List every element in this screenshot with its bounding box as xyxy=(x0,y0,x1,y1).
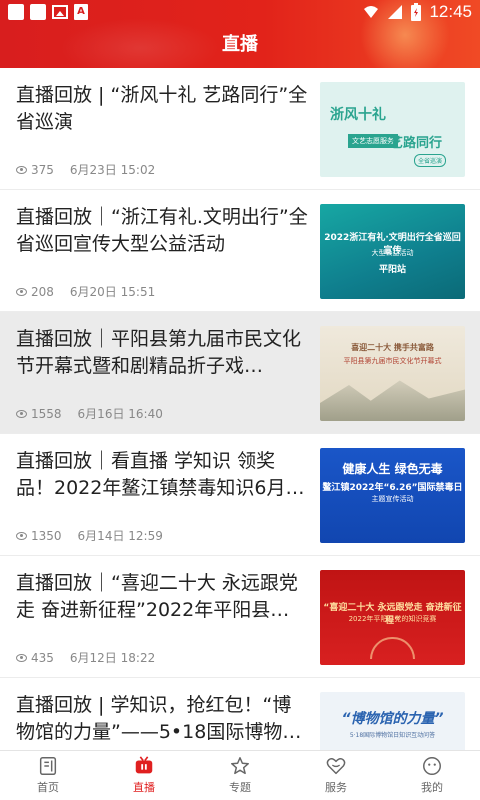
item-title[interactable]: 直播回放 | 学知识，抢红包！“博物馆的力量”——5•18国际博物… xyxy=(16,692,308,746)
gate-illustration xyxy=(370,637,415,659)
tab-label: 我的 xyxy=(421,781,443,794)
item-meta: 1558 6月16日 16:40 xyxy=(16,405,163,422)
item-title[interactable]: 直播回放｜平阳县第九届市民文化节开幕式暨和剧精品折子戏… xyxy=(16,326,308,380)
thumb-text: 2022年平阳县党的知识竞赛 xyxy=(348,615,437,623)
live-replay-list[interactable]: 直播回放 | “浙风十礼 艺路同行”全省巡演 375 6月23日 15:02 浙… xyxy=(0,68,480,750)
item-thumbnail[interactable]: 浙风十礼 文艺志愿服务 艺路同行 全省巡演 xyxy=(320,82,465,177)
view-count: 435 xyxy=(31,650,54,665)
tab-home[interactable]: 首页 xyxy=(0,751,96,800)
thumb-text: 平阳县第九届市民文化节开幕式 xyxy=(343,357,442,365)
item-meta: 375 6月23日 15:02 xyxy=(16,161,155,178)
item-thumbnail[interactable]: “喜迎二十大 永远跟党走 奋进新征程” 2022年平阳县党的知识竞赛 xyxy=(320,570,465,665)
thumb-text: 健康人生 绿色无毒 xyxy=(342,462,443,476)
item-title[interactable]: 直播回放 | “浙风十礼 艺路同行”全省巡演 xyxy=(16,82,308,136)
tab-services[interactable]: 服务 xyxy=(288,751,384,800)
image-notification-icon xyxy=(52,5,68,19)
star-icon xyxy=(231,757,249,775)
thumb-text: 5·18国际博物馆日知识互动问答 xyxy=(349,732,436,739)
signal-icon xyxy=(388,5,403,19)
item-thumbnail[interactable]: 健康人生 绿色无毒 鳌江镇2022年“6.26”国际禁毒日 主题宣传活动 xyxy=(320,448,465,543)
item-title[interactable]: 直播回放｜看直播 学知识 领奖品！2022年鳌江镇禁毒知识6月… xyxy=(16,448,308,502)
tab-label: 服务 xyxy=(325,781,347,794)
item-title[interactable]: 直播回放｜“喜迎二十大 永远跟党走 奋进新征程”2022年平阳县… xyxy=(16,570,308,624)
thumb-text: 主题宣传活动 xyxy=(371,495,414,503)
live-tv-icon xyxy=(135,756,153,774)
status-bar: A 12:45 xyxy=(0,0,480,26)
publish-date: 6月23日 15:02 xyxy=(69,163,156,177)
thumb-text: 平阳站 xyxy=(378,265,406,275)
heart-service-icon xyxy=(326,758,346,775)
thumb-text: 大型公益活动 xyxy=(371,249,414,257)
tab-live[interactable]: 直播 xyxy=(96,751,192,800)
list-item[interactable]: 直播回放｜“浙江有礼.文明出行”全省巡回宣传大型公益活动 208 6月20日 1… xyxy=(0,190,480,312)
mountain-illustration xyxy=(320,380,465,421)
thumb-text: 全省巡演 xyxy=(414,154,447,167)
list-item[interactable]: 直播回放｜看直播 学知识 领奖品！2022年鳌江镇禁毒知识6月… 1350 6月… xyxy=(0,434,480,556)
tab-label: 直播 xyxy=(133,781,155,794)
view-count: 375 xyxy=(31,162,54,177)
tab-profile[interactable]: 我的 xyxy=(384,751,480,800)
view-count: 208 xyxy=(31,284,54,299)
thumb-text: 浙风十礼 xyxy=(330,107,386,123)
list-item[interactable]: 直播回放｜“喜迎二十大 永远跟党走 奋进新征程”2022年平阳县… 435 6月… xyxy=(0,556,480,678)
thumb-text: 艺路同行 xyxy=(390,136,443,151)
list-item[interactable]: 直播回放｜平阳县第九届市民文化节开幕式暨和剧精品折子戏… 1558 6月16日 … xyxy=(0,312,480,434)
publish-date: 6月20日 15:51 xyxy=(69,285,156,299)
list-item[interactable]: 直播回放 | “浙风十礼 艺路同行”全省巡演 375 6月23日 15:02 浙… xyxy=(0,68,480,190)
item-meta: 1350 6月14日 12:59 xyxy=(16,527,163,544)
thumb-text: 喜迎二十大 携手共富路 xyxy=(351,343,434,352)
publish-date: 6月16日 16:40 xyxy=(77,407,163,421)
views-eye-icon xyxy=(16,653,27,662)
views-eye-icon xyxy=(16,287,27,296)
thumb-text: 鳌江镇2022年“6.26”国际禁毒日 xyxy=(322,483,463,493)
item-thumbnail[interactable]: “博物馆的力量” 5·18国际博物馆日知识互动问答 xyxy=(320,692,465,750)
item-thumbnail[interactable]: 喜迎二十大 携手共富路 平阳县第九届市民文化节开幕式 xyxy=(320,326,465,421)
item-meta: 208 6月20日 15:51 xyxy=(16,283,155,300)
publish-date: 6月12日 18:22 xyxy=(69,651,156,665)
views-eye-icon xyxy=(16,409,27,418)
item-title[interactable]: 直播回放｜“浙江有礼.文明出行”全省巡回宣传大型公益活动 xyxy=(16,204,308,258)
home-icon xyxy=(39,757,57,775)
tab-topics[interactable]: 专题 xyxy=(192,751,288,800)
view-count: 1558 xyxy=(31,406,62,421)
battery-icon xyxy=(411,3,422,21)
item-thumbnail[interactable]: 2022浙江有礼·文明出行全省巡回宣传 大型公益活动 平阳站 xyxy=(320,204,465,299)
views-eye-icon xyxy=(16,165,27,174)
profile-icon xyxy=(423,757,441,775)
wifi-icon xyxy=(364,6,379,18)
notification-icon-2 xyxy=(30,4,46,20)
list-item[interactable]: 直播回放 | 学知识，抢红包！“博物馆的力量”——5•18国际博物… “博物馆的… xyxy=(0,678,480,750)
tab-label: 专题 xyxy=(229,781,251,794)
clock-time: 12:45 xyxy=(429,2,472,21)
bottom-tab-bar: 首页 直播 专题 服务 我的 xyxy=(0,750,480,800)
tab-label: 首页 xyxy=(37,781,59,794)
publish-date: 6月14日 12:59 xyxy=(77,529,163,543)
app-header: A 12:45 直播 xyxy=(0,0,480,68)
page-title: 直播 xyxy=(222,34,258,55)
item-meta: 435 6月12日 18:22 xyxy=(16,649,155,666)
thumb-text: “博物馆的力量” xyxy=(341,711,444,727)
app-notification-icon: A xyxy=(74,4,88,20)
views-eye-icon xyxy=(16,531,27,540)
view-count: 1350 xyxy=(31,528,62,543)
notification-icon xyxy=(8,4,24,20)
